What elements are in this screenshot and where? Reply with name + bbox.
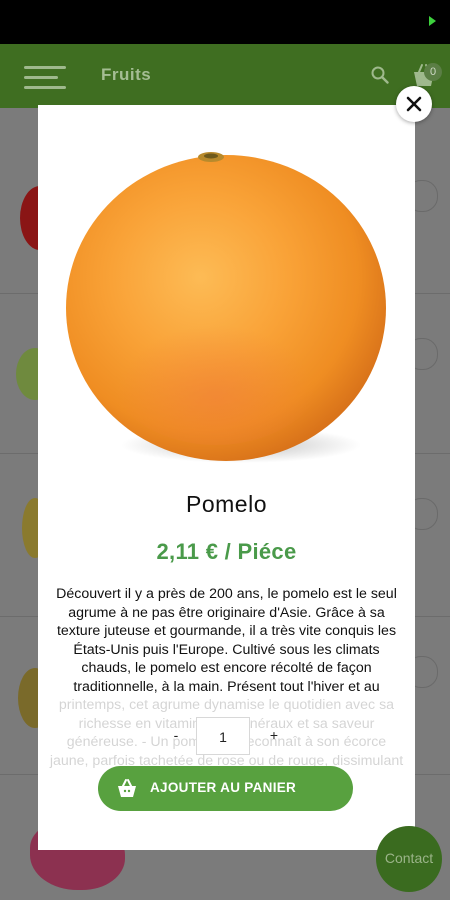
close-icon xyxy=(406,96,422,112)
quantity-decrement-button[interactable]: - xyxy=(171,727,181,743)
contact-label: Contact xyxy=(384,850,434,866)
quantity-increment-button[interactable]: + xyxy=(269,727,279,743)
basket-icon xyxy=(118,779,136,797)
add-to-cart-label: AJOUTER AU PANIER xyxy=(150,780,297,795)
product-price: 2,11 € / Piéce xyxy=(156,539,297,564)
product-detail-modal: Pomelo 2,11 € / Piéce Découvert il y a p… xyxy=(38,105,415,850)
contact-button[interactable]: Contact xyxy=(376,826,442,892)
app-title: Fruits xyxy=(101,65,152,84)
hamburger-icon[interactable] xyxy=(24,66,66,89)
close-button[interactable] xyxy=(396,86,432,122)
cart-count-badge: 0 xyxy=(424,63,442,81)
status-bar xyxy=(0,0,450,44)
quantity-input[interactable]: 1 xyxy=(196,717,250,755)
search-icon[interactable] xyxy=(371,66,389,84)
app-bar: Fruits 0 xyxy=(0,44,450,108)
signal-icon xyxy=(429,16,436,26)
product-name: Pomelo xyxy=(186,491,267,517)
pomelo-image xyxy=(66,152,386,463)
add-to-cart-button[interactable]: AJOUTER AU PANIER xyxy=(98,766,353,811)
